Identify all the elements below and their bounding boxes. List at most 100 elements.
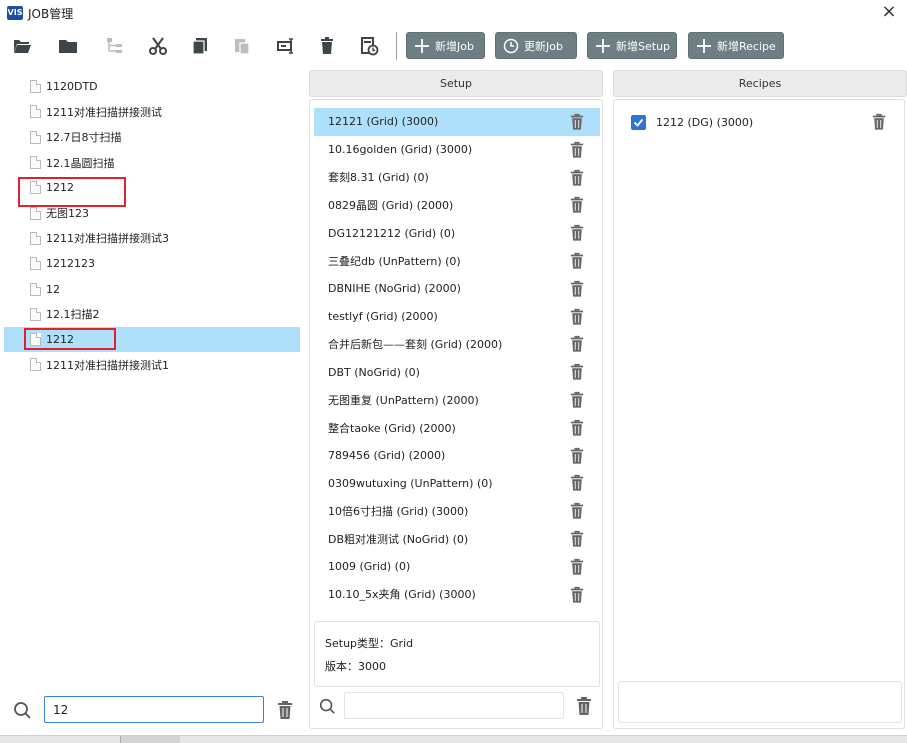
tree-item-label: 12.1扫描2 bbox=[46, 308, 100, 322]
setup-item-label: 10.16golden (Grid) (3000) bbox=[328, 143, 473, 157]
trash-icon[interactable] bbox=[570, 558, 584, 576]
tree-item[interactable]: 1211对准扫描拼接测试3 bbox=[4, 226, 300, 251]
delete-icon[interactable] bbox=[316, 35, 338, 57]
cut-icon[interactable] bbox=[147, 35, 169, 57]
tree-item[interactable]: 1211对准扫描拼接测试1 bbox=[4, 352, 300, 377]
setup-search-input[interactable] bbox=[344, 692, 564, 719]
trash-icon[interactable] bbox=[570, 252, 584, 270]
setup-list-item[interactable]: 合并后新包——套刻 (Grid) (2000) bbox=[314, 330, 600, 358]
setup-list-item[interactable]: 套刻8.31 (Grid) (0) bbox=[314, 164, 600, 192]
tree-item-label: 1211对准扫描拼接测试3 bbox=[46, 232, 169, 246]
recipe-item-label: 1212 (DG) (3000) bbox=[656, 115, 754, 129]
tree-item[interactable]: 12.1扫描2 bbox=[4, 302, 300, 327]
trash-icon[interactable] bbox=[570, 447, 584, 465]
setup-item-label: 10倍6寸扫描 (Grid) (3000) bbox=[328, 505, 469, 519]
close-icon[interactable]: × bbox=[879, 1, 899, 23]
setup-header: Setup bbox=[309, 70, 603, 97]
setup-list-item[interactable]: 0829晶圆 (Grid) (2000) bbox=[314, 191, 600, 219]
tree-item[interactable]: 12.7日8寸扫描 bbox=[4, 125, 300, 150]
tree-item[interactable]: 1212123 bbox=[4, 251, 300, 276]
recipes-detail-box bbox=[618, 681, 902, 723]
trash-icon[interactable] bbox=[570, 308, 584, 326]
tree-item-label: 12.7日8寸扫描 bbox=[46, 131, 122, 145]
trash-icon[interactable] bbox=[570, 474, 584, 492]
search-icon bbox=[14, 702, 31, 719]
tree-item[interactable]: 12.1晶圆扫描 bbox=[4, 150, 300, 175]
setup-list-item[interactable]: 10倍6寸扫描 (Grid) (3000) bbox=[314, 497, 600, 525]
tree-item[interactable]: 1120DTD bbox=[4, 74, 300, 99]
setup-panel: 12121 (Grid) (3000) 10.16golden (Grid) (3… bbox=[309, 99, 603, 729]
new-recipe-button[interactable]: 新增Recipe bbox=[688, 32, 784, 59]
tree-item-label: 12.1晶圆扫描 bbox=[46, 156, 115, 170]
tree-item-label: 无图123 bbox=[46, 207, 89, 221]
file-icon bbox=[30, 80, 41, 94]
setup-info: Setup类型：Grid 版本：3000 bbox=[314, 621, 600, 687]
setup-item-label: 整合taoke (Grid) (2000) bbox=[328, 421, 456, 435]
toolbar: 新增Job 更新Job 新增Setup 新增Recipe bbox=[0, 28, 907, 64]
file-icon bbox=[30, 307, 41, 321]
setup-item-label: DG12121212 (Grid) (0) bbox=[328, 226, 456, 240]
recipes-panel: 1212 (DG) (3000) bbox=[613, 99, 905, 729]
paste-icon[interactable] bbox=[231, 35, 253, 57]
trash-icon[interactable] bbox=[570, 224, 584, 242]
setup-list-item[interactable]: DBNIHE (NoGrid) (2000) bbox=[314, 275, 600, 303]
setup-list-item[interactable]: 0309wutuxing (UnPattern) (0) bbox=[314, 469, 600, 497]
trash-icon[interactable] bbox=[570, 169, 584, 187]
rename-icon[interactable] bbox=[275, 35, 297, 57]
recipe-checkbox[interactable] bbox=[631, 114, 646, 130]
file-icon bbox=[30, 257, 41, 271]
tree-item[interactable]: 1211对准扫描拼接测试 bbox=[4, 99, 300, 124]
trash-icon[interactable] bbox=[576, 696, 592, 716]
trash-icon[interactable] bbox=[570, 419, 584, 437]
trash-icon[interactable] bbox=[570, 363, 584, 381]
file-icon bbox=[30, 282, 41, 296]
setup-list-item[interactable]: 三叠纪db (UnPattern) (0) bbox=[314, 247, 600, 275]
setup-item-label: 1009 (Grid) (0) bbox=[328, 560, 411, 574]
setup-list-item[interactable]: 10.10_5x夹角 (Grid) (3000) bbox=[314, 581, 600, 609]
setup-item-label: 0309wutuxing (UnPattern) (0) bbox=[328, 476, 493, 490]
trash-icon[interactable] bbox=[570, 280, 584, 298]
recipe-list-item[interactable]: 1212 (DG) (3000) bbox=[614, 108, 904, 136]
new-job-button[interactable]: 新增Job bbox=[406, 32, 485, 59]
trash-icon[interactable] bbox=[570, 530, 584, 548]
clock-icon bbox=[503, 38, 519, 54]
tree-item[interactable]: 无图123 bbox=[4, 200, 300, 225]
file-icon bbox=[30, 181, 41, 195]
trash-icon[interactable] bbox=[570, 113, 584, 131]
update-job-button[interactable]: 更新Job bbox=[495, 32, 577, 59]
setup-item-label: DBT (NoGrid) (0) bbox=[328, 365, 420, 379]
setup-type-text: Setup类型：Grid bbox=[325, 637, 414, 650]
trash-icon[interactable] bbox=[872, 113, 886, 131]
setup-item-label: 合并后新包——套刻 (Grid) (2000) bbox=[328, 338, 503, 352]
open-folder-icon[interactable] bbox=[11, 35, 33, 57]
job-search-input[interactable] bbox=[44, 696, 264, 723]
trash-icon[interactable] bbox=[570, 502, 584, 520]
new-job-label: 新增Job bbox=[435, 39, 474, 53]
setup-list-item[interactable]: 1009 (Grid) (0) bbox=[314, 553, 600, 581]
tree-item[interactable]: 12 bbox=[4, 276, 300, 301]
setup-list-item[interactable]: testlyf (Grid) (2000) bbox=[314, 303, 600, 331]
tree-icon[interactable] bbox=[104, 35, 126, 57]
setup-list-item[interactable]: DG12121212 (Grid) (0) bbox=[314, 219, 600, 247]
tree-item[interactable]: 1212 bbox=[4, 175, 300, 200]
folder-icon[interactable] bbox=[57, 35, 79, 57]
setup-list-item[interactable]: 12121 (Grid) (3000) bbox=[314, 108, 600, 136]
setup-list-item[interactable]: 789456 (Grid) (2000) bbox=[314, 442, 600, 470]
trash-icon[interactable] bbox=[276, 700, 294, 720]
setup-list-item[interactable]: DBT (NoGrid) (0) bbox=[314, 358, 600, 386]
new-setup-button[interactable]: 新增Setup bbox=[587, 32, 677, 59]
history-icon[interactable] bbox=[358, 35, 380, 57]
trash-icon[interactable] bbox=[570, 391, 584, 409]
tree-item[interactable]: 1212 bbox=[4, 326, 300, 353]
trash-icon[interactable] bbox=[570, 141, 584, 159]
trash-icon[interactable] bbox=[570, 586, 584, 604]
trash-icon[interactable] bbox=[570, 196, 584, 214]
setup-list-item[interactable]: 整合taoke (Grid) (2000) bbox=[314, 414, 600, 442]
copy-icon[interactable] bbox=[189, 35, 211, 57]
file-icon bbox=[30, 358, 41, 372]
setup-list-item[interactable]: 10.16golden (Grid) (3000) bbox=[314, 136, 600, 164]
setup-list-item[interactable]: DB粗对准测试 (NoGrid) (0) bbox=[314, 525, 600, 553]
file-icon bbox=[30, 206, 41, 220]
trash-icon[interactable] bbox=[570, 335, 584, 353]
setup-list-item[interactable]: 无图重复 (UnPattern) (2000) bbox=[314, 386, 600, 414]
